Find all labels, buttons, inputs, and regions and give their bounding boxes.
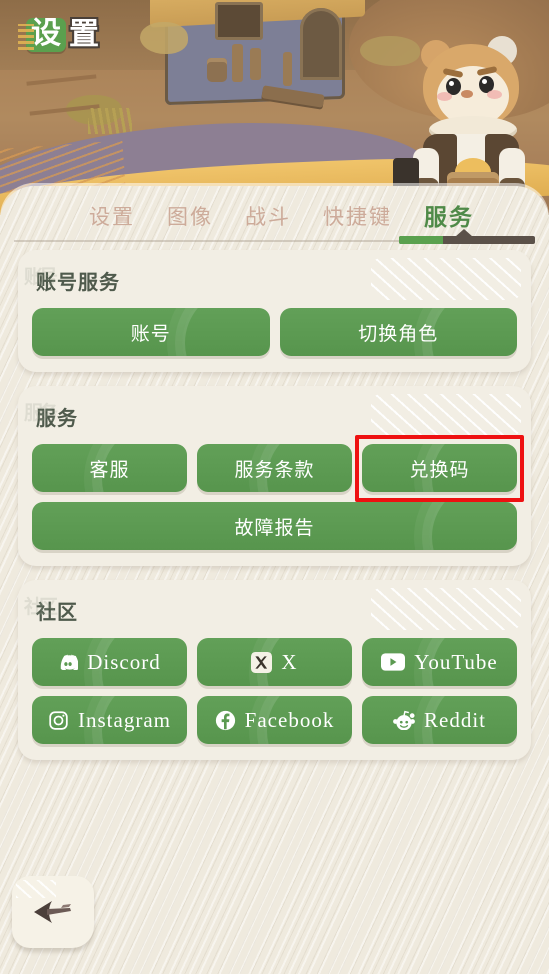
youtube-button-label: YouTube [414,649,498,674]
tab-hotkeys[interactable]: 快捷键 [307,207,408,228]
x-twitter-button[interactable]: X [197,638,352,686]
switch-character-button-label: 切换角色 [358,323,439,345]
tab-service[interactable]: 服务 [408,205,490,229]
back-arrow-icon [34,901,71,923]
redeem-code-highlight-wrapper: 兑换码 [355,435,524,502]
button-row: Discord X YouTube [32,638,517,686]
reddit-button-label: Reddit [424,707,486,732]
back-button-sheen [16,880,56,898]
section-title-text: 账号服务 [36,272,120,294]
tab-combat[interactable]: 战斗 [229,207,307,228]
button-row: 客服 服务条款 兑换码 [32,435,524,502]
redeem-code-button[interactable]: 兑换码 [362,444,517,492]
section-title-text: 服务 [36,408,78,430]
instagram-button[interactable]: Instagram [32,696,187,744]
art-hut-window [215,2,263,40]
art-bush [140,22,188,54]
back-button[interactable] [12,876,94,948]
section-title-community: 社区 社区 [24,596,517,625]
settings-screen: 设 置 设置 图像 战斗 快捷键 服务 账号 账号服务 账号 切换角色 服务 服… [0,0,549,974]
terms-of-service-button[interactable]: 服务条款 [197,444,352,492]
mascot-cheek [487,90,502,99]
section-title-text: 社区 [36,602,78,624]
reddit-button[interactable]: Reddit [362,696,517,744]
account-button-label: 账号 [130,323,171,345]
facebook-icon [215,710,236,731]
active-tab-indicator [399,229,535,244]
x-twitter-icon [251,651,273,673]
redeem-code-button-label: 兑换码 [409,459,470,481]
discord-button[interactable]: Discord [32,638,187,686]
page-title-logo: 设 置 [18,18,99,52]
account-button[interactable]: 账号 [32,308,270,356]
youtube-button[interactable]: YouTube [362,638,517,686]
youtube-icon [381,653,406,671]
logo-tick-marks [18,24,34,50]
discord-icon [58,654,79,670]
tab-graphics[interactable]: 图像 [151,207,229,228]
bug-report-button[interactable]: 故障报告 [32,502,517,550]
art-fence-post [283,52,292,86]
button-row: 故障报告 [32,502,517,550]
art-fence-post [232,44,243,82]
customer-service-button[interactable]: 客服 [32,444,187,492]
instagram-icon [48,710,69,731]
bug-report-button-label: 故障报告 [234,517,315,539]
tab-settings[interactable]: 设置 [73,207,151,228]
x-twitter-button-label: X [281,649,298,674]
section-title-account-services: 账号 账号服务 [24,266,517,295]
facebook-button[interactable]: Facebook [197,696,352,744]
art-grass [88,108,132,134]
sections-list: 账号 账号服务 账号 切换角色 服务 服务 客服 服务条款 兑换码 故障报告 社… [0,250,549,774]
art-hut-door [300,8,342,80]
logo-char-second: 置 [69,18,99,51]
section-title-service: 服务 服务 [24,402,517,431]
customer-service-button-label: 客服 [89,459,130,481]
facebook-button-label: Facebook [244,707,335,732]
terms-of-service-button-label: 服务条款 [234,459,315,481]
button-row: 账号 切换角色 [32,308,517,356]
card-community: 社区 社区 Discord X YouTube Instagram Facebo… [18,580,531,760]
mascot-character [393,30,539,214]
reddit-icon [393,710,415,730]
active-tab-indicator-accent [399,236,443,244]
mascot-cheek [437,92,452,101]
button-row: Instagram Facebook Reddit [32,696,517,744]
mascot-nose [461,90,473,98]
discord-button-label: Discord [87,649,161,674]
art-barrel [207,58,227,82]
switch-character-button[interactable]: 切换角色 [279,308,517,356]
card-account-services: 账号 账号服务 账号 切换角色 [18,250,531,372]
active-tab-arrow-icon [455,229,473,237]
instagram-button-label: Instagram [78,707,171,732]
art-fence-post [250,48,261,80]
card-service: 服务 服务 客服 服务条款 兑换码 故障报告 [18,386,531,566]
